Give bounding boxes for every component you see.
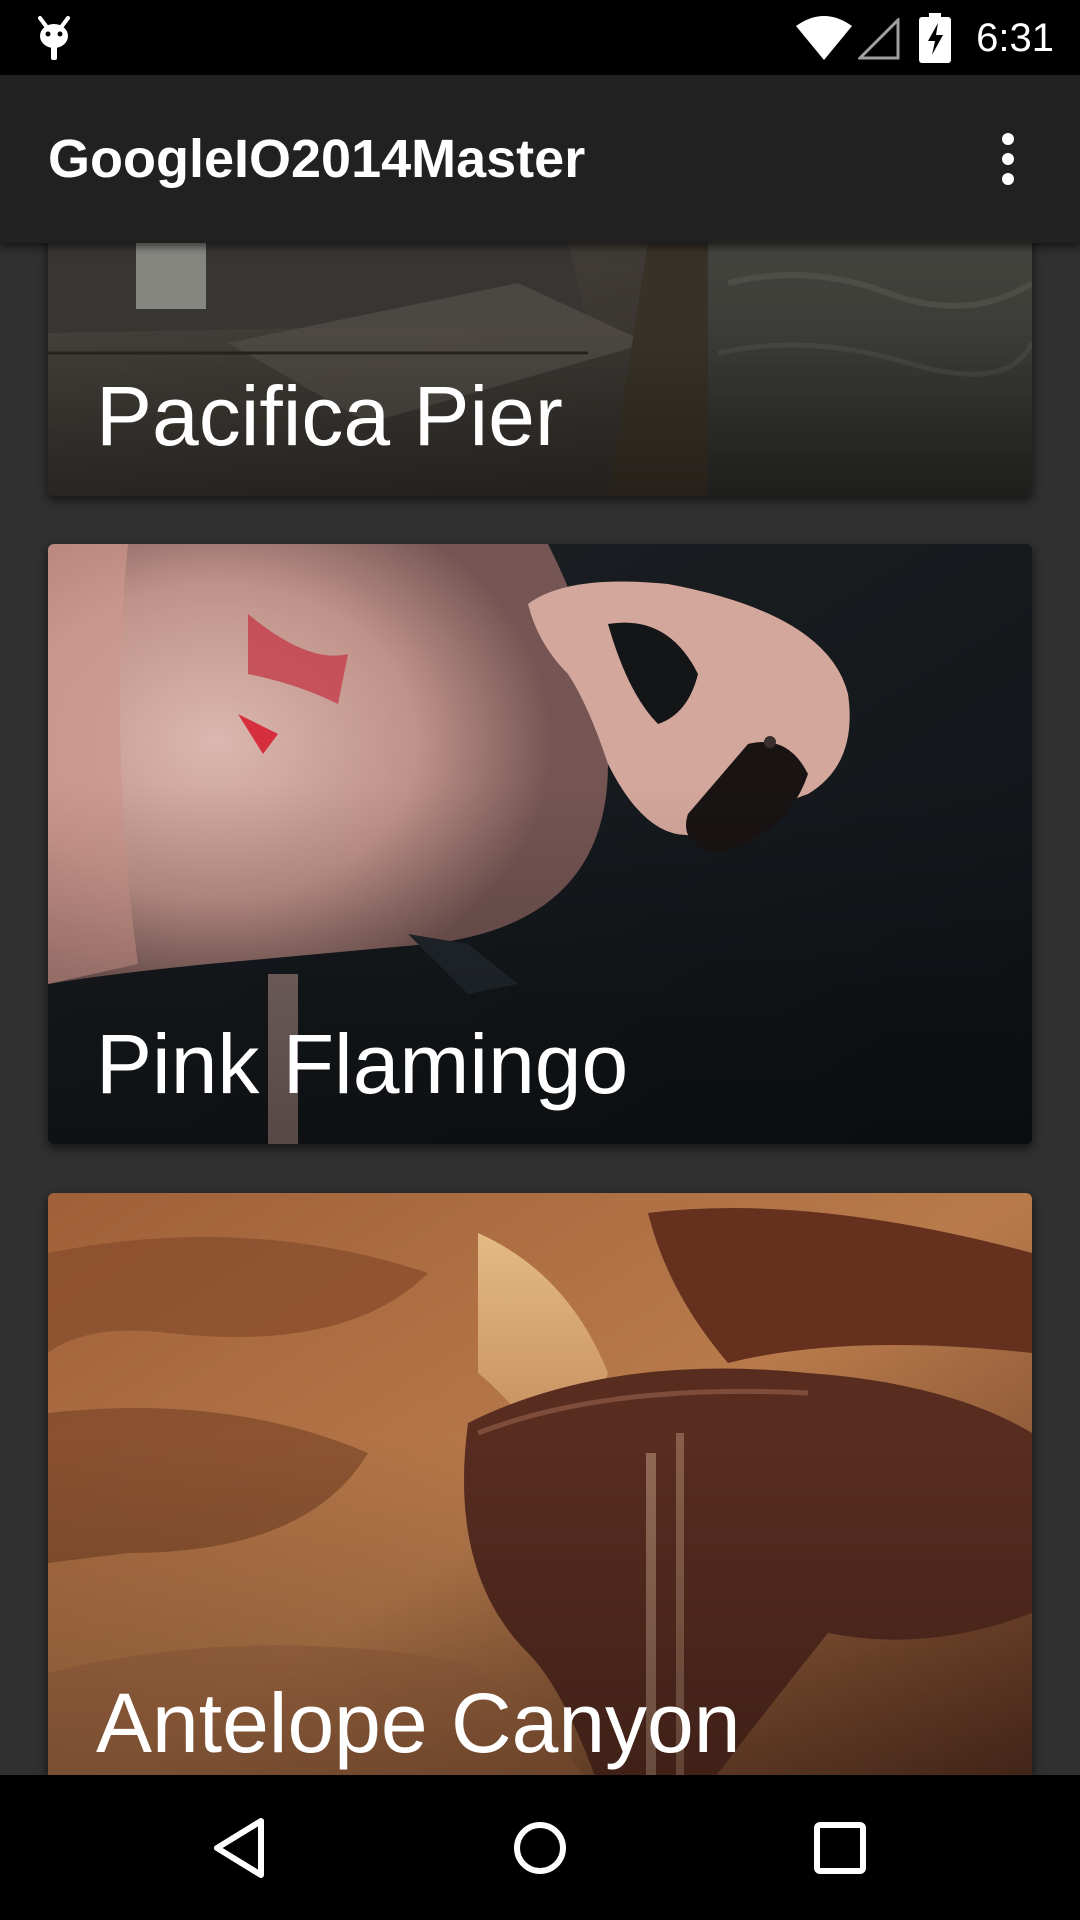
debug-icon	[38, 16, 70, 60]
battery-charging-icon	[919, 13, 951, 63]
card-pink-flamingo[interactable]: Pink Flamingo	[48, 544, 1032, 1144]
card-pacifica-pier[interactable]: Pacifica Pier	[48, 243, 1032, 496]
wifi-icon	[796, 16, 852, 60]
card-label: Antelope Canyon	[96, 1676, 741, 1770]
status-bar: 6:31	[0, 0, 1080, 75]
signal-icon	[858, 18, 900, 60]
recents-icon[interactable]	[797, 1805, 883, 1891]
navigation-bar	[0, 1775, 1080, 1920]
back-icon[interactable]	[199, 1805, 285, 1891]
home-icon[interactable]	[497, 1805, 583, 1891]
card-list[interactable]: Pacifica Pier Pink Flamingo Antelope Can…	[0, 243, 1080, 1775]
app-bar: GoogleIO2014Master	[0, 75, 1080, 243]
more-vert-icon[interactable]	[980, 127, 1036, 191]
card-antelope-canyon[interactable]: Antelope Canyon	[48, 1193, 1032, 1775]
app-title: GoogleIO2014Master	[48, 129, 586, 189]
card-label: Pacifica Pier	[96, 369, 563, 463]
status-time: 6:31	[976, 16, 1054, 60]
card-label: Pink Flamingo	[96, 1017, 629, 1111]
